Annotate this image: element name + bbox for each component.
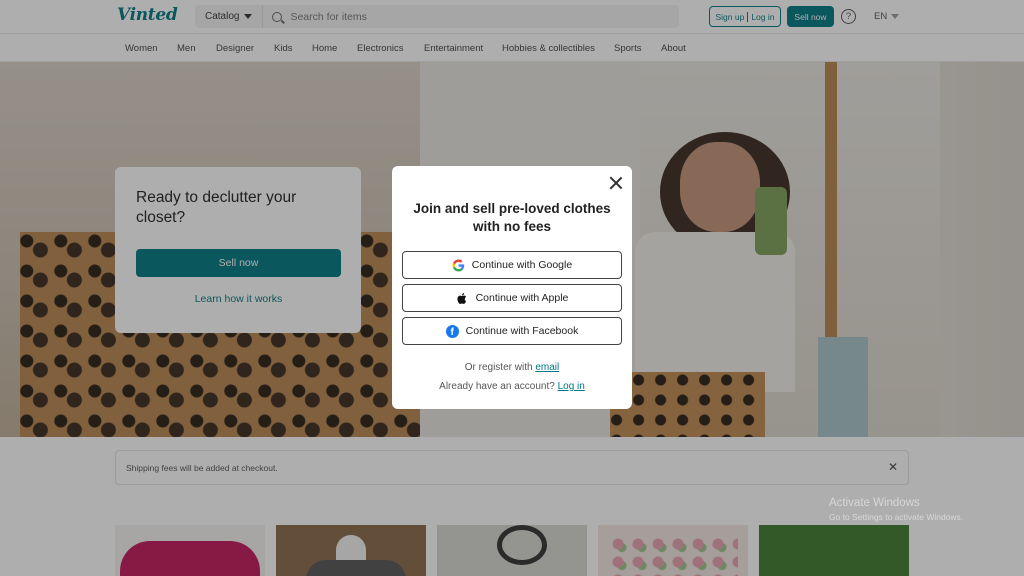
apple-button-label: Continue with Apple: [475, 292, 569, 304]
login-line: Already have an account? Log in: [402, 381, 622, 392]
activate-windows-watermark: Activate Windows Go to Settings to activ…: [829, 497, 963, 522]
modal-title: Join and sell pre-loved clothes with no …: [413, 201, 611, 234]
register-line: Or register with email: [402, 362, 622, 373]
watermark-title: Activate Windows: [829, 497, 920, 509]
google-button-label: Continue with Google: [471, 259, 573, 271]
register-email-link[interactable]: email: [535, 362, 559, 373]
apple-icon: [457, 292, 466, 304]
register-prefix: Or register with: [464, 362, 533, 373]
continue-with-apple-button[interactable]: Continue with Apple: [402, 284, 622, 312]
facebook-button-label: Continue with Facebook: [465, 325, 579, 337]
signup-modal: Join and sell pre-loved clothes with no …: [392, 166, 632, 409]
close-icon[interactable]: [609, 176, 623, 190]
continue-with-facebook-button[interactable]: f Continue with Facebook: [402, 317, 622, 345]
continue-with-google-button[interactable]: Continue with Google: [402, 251, 622, 279]
google-icon: [452, 259, 464, 271]
facebook-icon: f: [445, 324, 459, 338]
login-prefix: Already have an account?: [439, 381, 555, 392]
watermark-subtitle: Go to Settings to activate Windows.: [829, 512, 964, 522]
modal-login-link[interactable]: Log in: [558, 381, 585, 392]
